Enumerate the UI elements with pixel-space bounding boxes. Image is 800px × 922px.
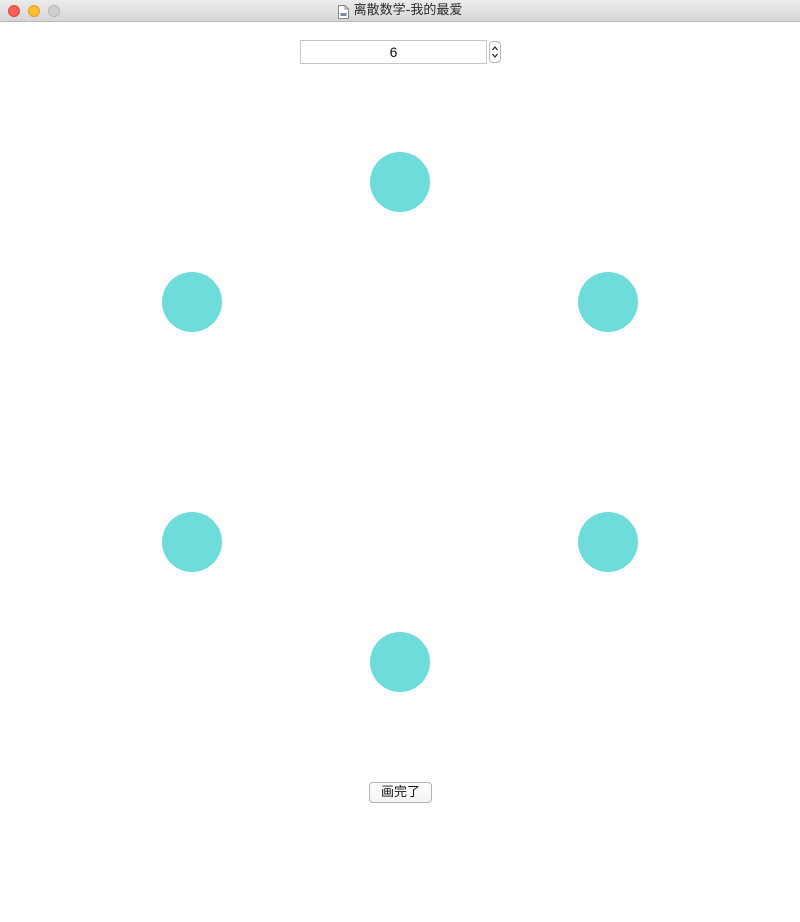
document-icon	[337, 4, 349, 19]
title-group: 离散数学-我的最爱	[0, 0, 800, 22]
graph-node-3[interactable]	[578, 512, 638, 572]
graph-node-4[interactable]	[370, 632, 430, 692]
finish-drawing-button[interactable]: 画完了	[369, 782, 432, 803]
title-bar: 离散数学-我的最爱	[0, 0, 800, 22]
app-window: 离散数学-我的最爱 6 画完了	[0, 0, 800, 922]
window-title: 离散数学-我的最爱	[353, 3, 463, 18]
graph-node-6[interactable]	[162, 272, 222, 332]
node-count-field[interactable]: 6	[300, 40, 487, 64]
graph-node-2[interactable]	[578, 272, 638, 332]
graph-node-5[interactable]	[162, 512, 222, 572]
graph-node-1[interactable]	[370, 152, 430, 212]
chevron-up-icon	[492, 46, 498, 51]
chevron-down-icon	[492, 53, 498, 58]
node-count-stepper[interactable]	[489, 41, 501, 63]
